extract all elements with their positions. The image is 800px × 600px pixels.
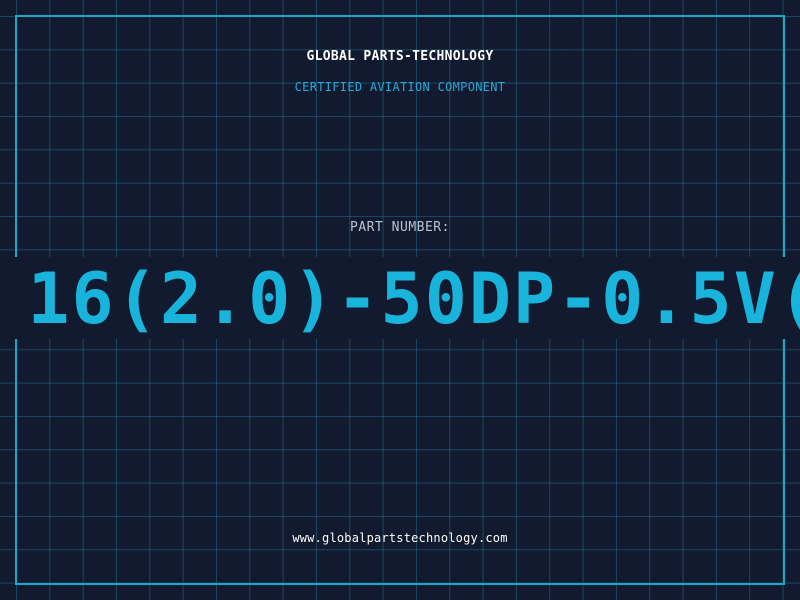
website-link[interactable]: www.globalpartstechnology.com	[0, 531, 800, 545]
part-number-label: PART NUMBER:	[350, 220, 450, 235]
brand-subtitle: CERTIFIED AVIATION COMPONENT	[294, 80, 506, 94]
brand-title: GLOBAL PARTS-TECHNOLOGY	[306, 49, 494, 64]
part-number-band: 16(2.0)-50DP-0.5V(	[0, 257, 800, 339]
part-number-value: 16(2.0)-50DP-0.5V(	[27, 258, 800, 339]
